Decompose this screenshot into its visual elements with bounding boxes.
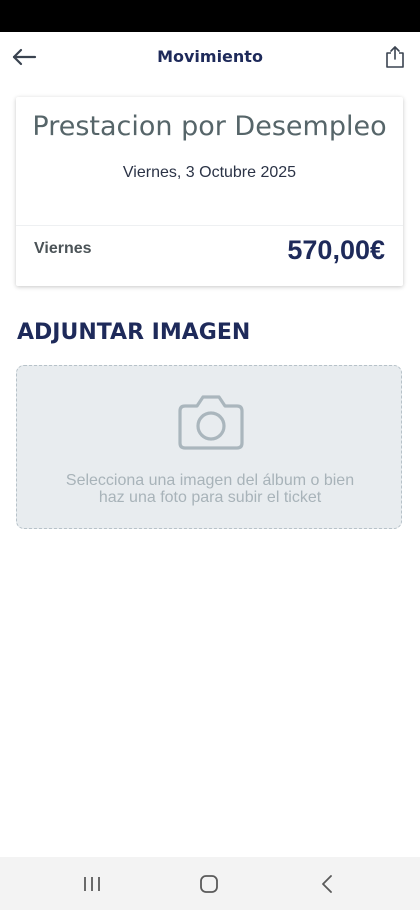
home-icon [200, 875, 218, 893]
recents-button[interactable] [72, 867, 112, 901]
attach-hint-line1: Selecciona una imagen del álbum o bien [65, 472, 355, 489]
transaction-title: Prestacion por Desempleo [32, 111, 387, 142]
card-divider [16, 225, 403, 226]
back-chevron-icon [322, 875, 332, 893]
attach-hint: Selecciona una imagen del álbum o bien h… [37, 472, 383, 506]
system-nav-bar [0, 857, 420, 910]
arrow-left-icon [12, 48, 37, 66]
transaction-amount: 570,00€ [287, 235, 385, 265]
attach-hint-line2: haz una foto para subir el ticket [98, 489, 322, 506]
recents-icon [84, 877, 100, 891]
attach-image-dropzone[interactable]: Selecciona una imagen del álbum o bien h… [16, 365, 402, 529]
app-header: Movimiento [0, 32, 420, 82]
home-button[interactable] [189, 867, 229, 901]
share-icon [386, 46, 404, 68]
status-bar [0, 0, 420, 32]
camera-icon [178, 395, 244, 450]
back-button[interactable] [8, 42, 40, 72]
share-button[interactable] [382, 42, 408, 72]
transaction-date: Viernes, 3 Octubre 2025 [122, 164, 297, 181]
transaction-card: Prestacion por Desempleo Viernes, 3 Octu… [16, 97, 403, 286]
page-title: Movimiento [157, 47, 263, 66]
attach-section-title: ADJUNTAR IMAGEN [17, 320, 251, 345]
system-back-button[interactable] [307, 867, 347, 901]
transaction-day: Viernes [34, 240, 92, 257]
